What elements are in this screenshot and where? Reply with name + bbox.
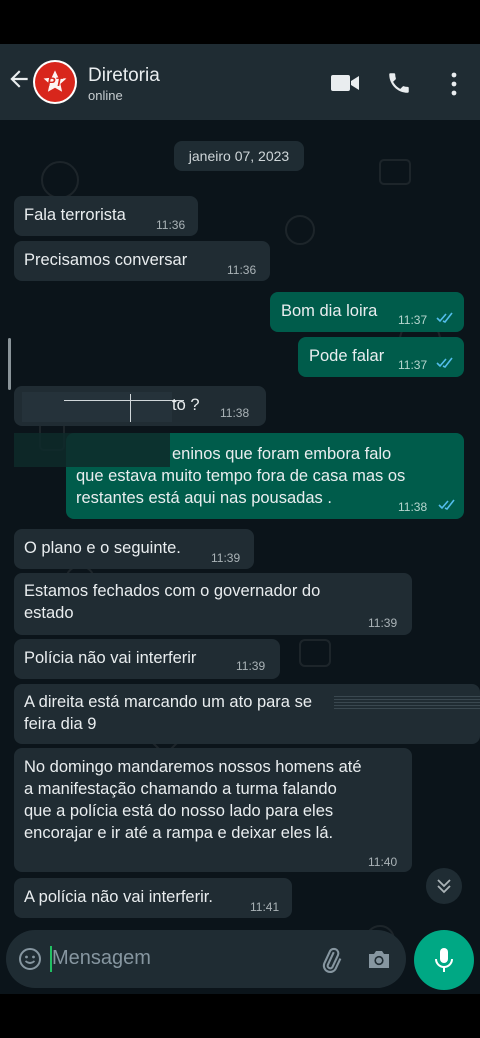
redaction-overlay bbox=[14, 433, 170, 467]
message-time: 11:39 bbox=[211, 551, 241, 565]
message-incoming[interactable]: O plano e o seguinte. 11:39 bbox=[14, 529, 254, 569]
message-text-line: eninos que foram embora falo bbox=[172, 445, 392, 463]
emoji-icon[interactable] bbox=[18, 947, 42, 971]
message-time: 11:36 bbox=[156, 218, 186, 232]
message-outgoing[interactable]: Pode falar 11:37 bbox=[298, 337, 464, 377]
message-text: Bom dia loira bbox=[281, 302, 378, 320]
message-text-line: feira dia 9 bbox=[24, 715, 97, 733]
message-incoming[interactable]: A direita está marcando um ato para se f… bbox=[14, 684, 480, 744]
status-bar-area bbox=[0, 0, 480, 44]
scrollbar[interactable] bbox=[8, 338, 11, 390]
more-vertical-icon[interactable] bbox=[444, 71, 464, 97]
redaction-overlay bbox=[334, 696, 480, 710]
read-ticks-icon bbox=[436, 357, 453, 369]
message-incoming[interactable]: A polícia não vai interferir. 11:41 bbox=[14, 878, 292, 918]
message-time: 11:38 bbox=[398, 500, 428, 514]
avatar[interactable]: PT bbox=[33, 60, 77, 104]
chevron-double-down-icon bbox=[437, 879, 451, 894]
message-time: 11:41 bbox=[250, 900, 280, 914]
message-text-line: a manifestação chamando a turma falando bbox=[24, 780, 337, 798]
redaction-overlay bbox=[22, 392, 172, 422]
message-incoming[interactable]: Fala terrorista 11:36 bbox=[14, 196, 198, 236]
arrow-left-icon[interactable] bbox=[6, 66, 32, 92]
message-time: 11:39 bbox=[368, 616, 398, 630]
microphone-icon bbox=[435, 948, 453, 972]
contact-status: online bbox=[88, 88, 123, 103]
message-text-line: No domingo mandaremos nossos homens até bbox=[24, 758, 362, 776]
message-text: to ? bbox=[172, 396, 200, 414]
message-text-line: estado bbox=[24, 604, 74, 622]
message-text-line: Estamos fechados com o governador do bbox=[24, 582, 321, 600]
message-text: Polícia não vai interferir bbox=[24, 649, 197, 667]
message-incoming[interactable]: to ? 11:38 bbox=[14, 386, 266, 426]
message-text-line: que estava muito tempo fora de casa mas … bbox=[76, 467, 406, 485]
chat-header: PT Diretoria online bbox=[0, 44, 480, 120]
paperclip-icon[interactable] bbox=[316, 946, 346, 974]
message-text-line: restantes está aqui nas pousadas . bbox=[76, 489, 332, 507]
camera-icon[interactable] bbox=[366, 947, 392, 971]
microphone-button[interactable] bbox=[414, 930, 474, 990]
redaction-line bbox=[130, 394, 131, 422]
message-text: A polícia não vai interferir. bbox=[24, 888, 213, 906]
message-text-line: encorajar e ir até a rampa e deixar eles… bbox=[24, 824, 334, 842]
message-incoming[interactable]: Polícia não vai interferir 11:39 bbox=[14, 639, 280, 679]
message-outgoing[interactable]: eninos que foram embora falo que estava … bbox=[14, 433, 464, 519]
message-text: Precisamos conversar bbox=[24, 251, 188, 269]
read-ticks-icon bbox=[436, 312, 453, 324]
phone-icon[interactable] bbox=[386, 70, 412, 96]
message-time: 11:37 bbox=[398, 358, 428, 372]
navigation-bar-area bbox=[0, 994, 480, 1038]
message-composer[interactable]: Mensagem bbox=[6, 930, 406, 988]
scroll-down-button[interactable] bbox=[426, 868, 462, 904]
message-incoming[interactable]: No domingo mandaremos nossos homens até … bbox=[14, 748, 412, 872]
redaction-line bbox=[64, 400, 184, 401]
read-ticks-icon bbox=[438, 499, 455, 511]
message-text: O plano e o seguinte. bbox=[24, 539, 181, 557]
message-time: 11:36 bbox=[227, 263, 257, 277]
video-camera-icon[interactable] bbox=[330, 72, 360, 94]
message-input[interactable]: Mensagem bbox=[52, 947, 151, 970]
message-incoming[interactable]: Estamos fechados com o governador do est… bbox=[14, 573, 412, 635]
message-time: 11:37 bbox=[398, 313, 428, 327]
message-text-line: A direita está marcando um ato para se bbox=[24, 693, 312, 711]
date-chip: janeiro 07, 2023 bbox=[174, 141, 304, 171]
message-time: 11:38 bbox=[220, 406, 250, 420]
contact-name[interactable]: Diretoria bbox=[88, 65, 160, 87]
message-text: Pode falar bbox=[309, 347, 385, 365]
message-text-line: que a polícia está do nosso lado para el… bbox=[24, 802, 334, 820]
avatar-logo-text: PT bbox=[47, 75, 63, 89]
message-outgoing[interactable]: Bom dia loira 11:37 bbox=[270, 292, 464, 332]
message-text: Fala terrorista bbox=[24, 206, 126, 224]
chat-area[interactable]: janeiro 07, 2023 Fala terrorista 11:36 P… bbox=[0, 120, 480, 994]
message-incoming[interactable]: Precisamos conversar 11:36 bbox=[14, 241, 270, 281]
message-time: 11:40 bbox=[368, 855, 398, 869]
message-time: 11:39 bbox=[236, 659, 266, 673]
